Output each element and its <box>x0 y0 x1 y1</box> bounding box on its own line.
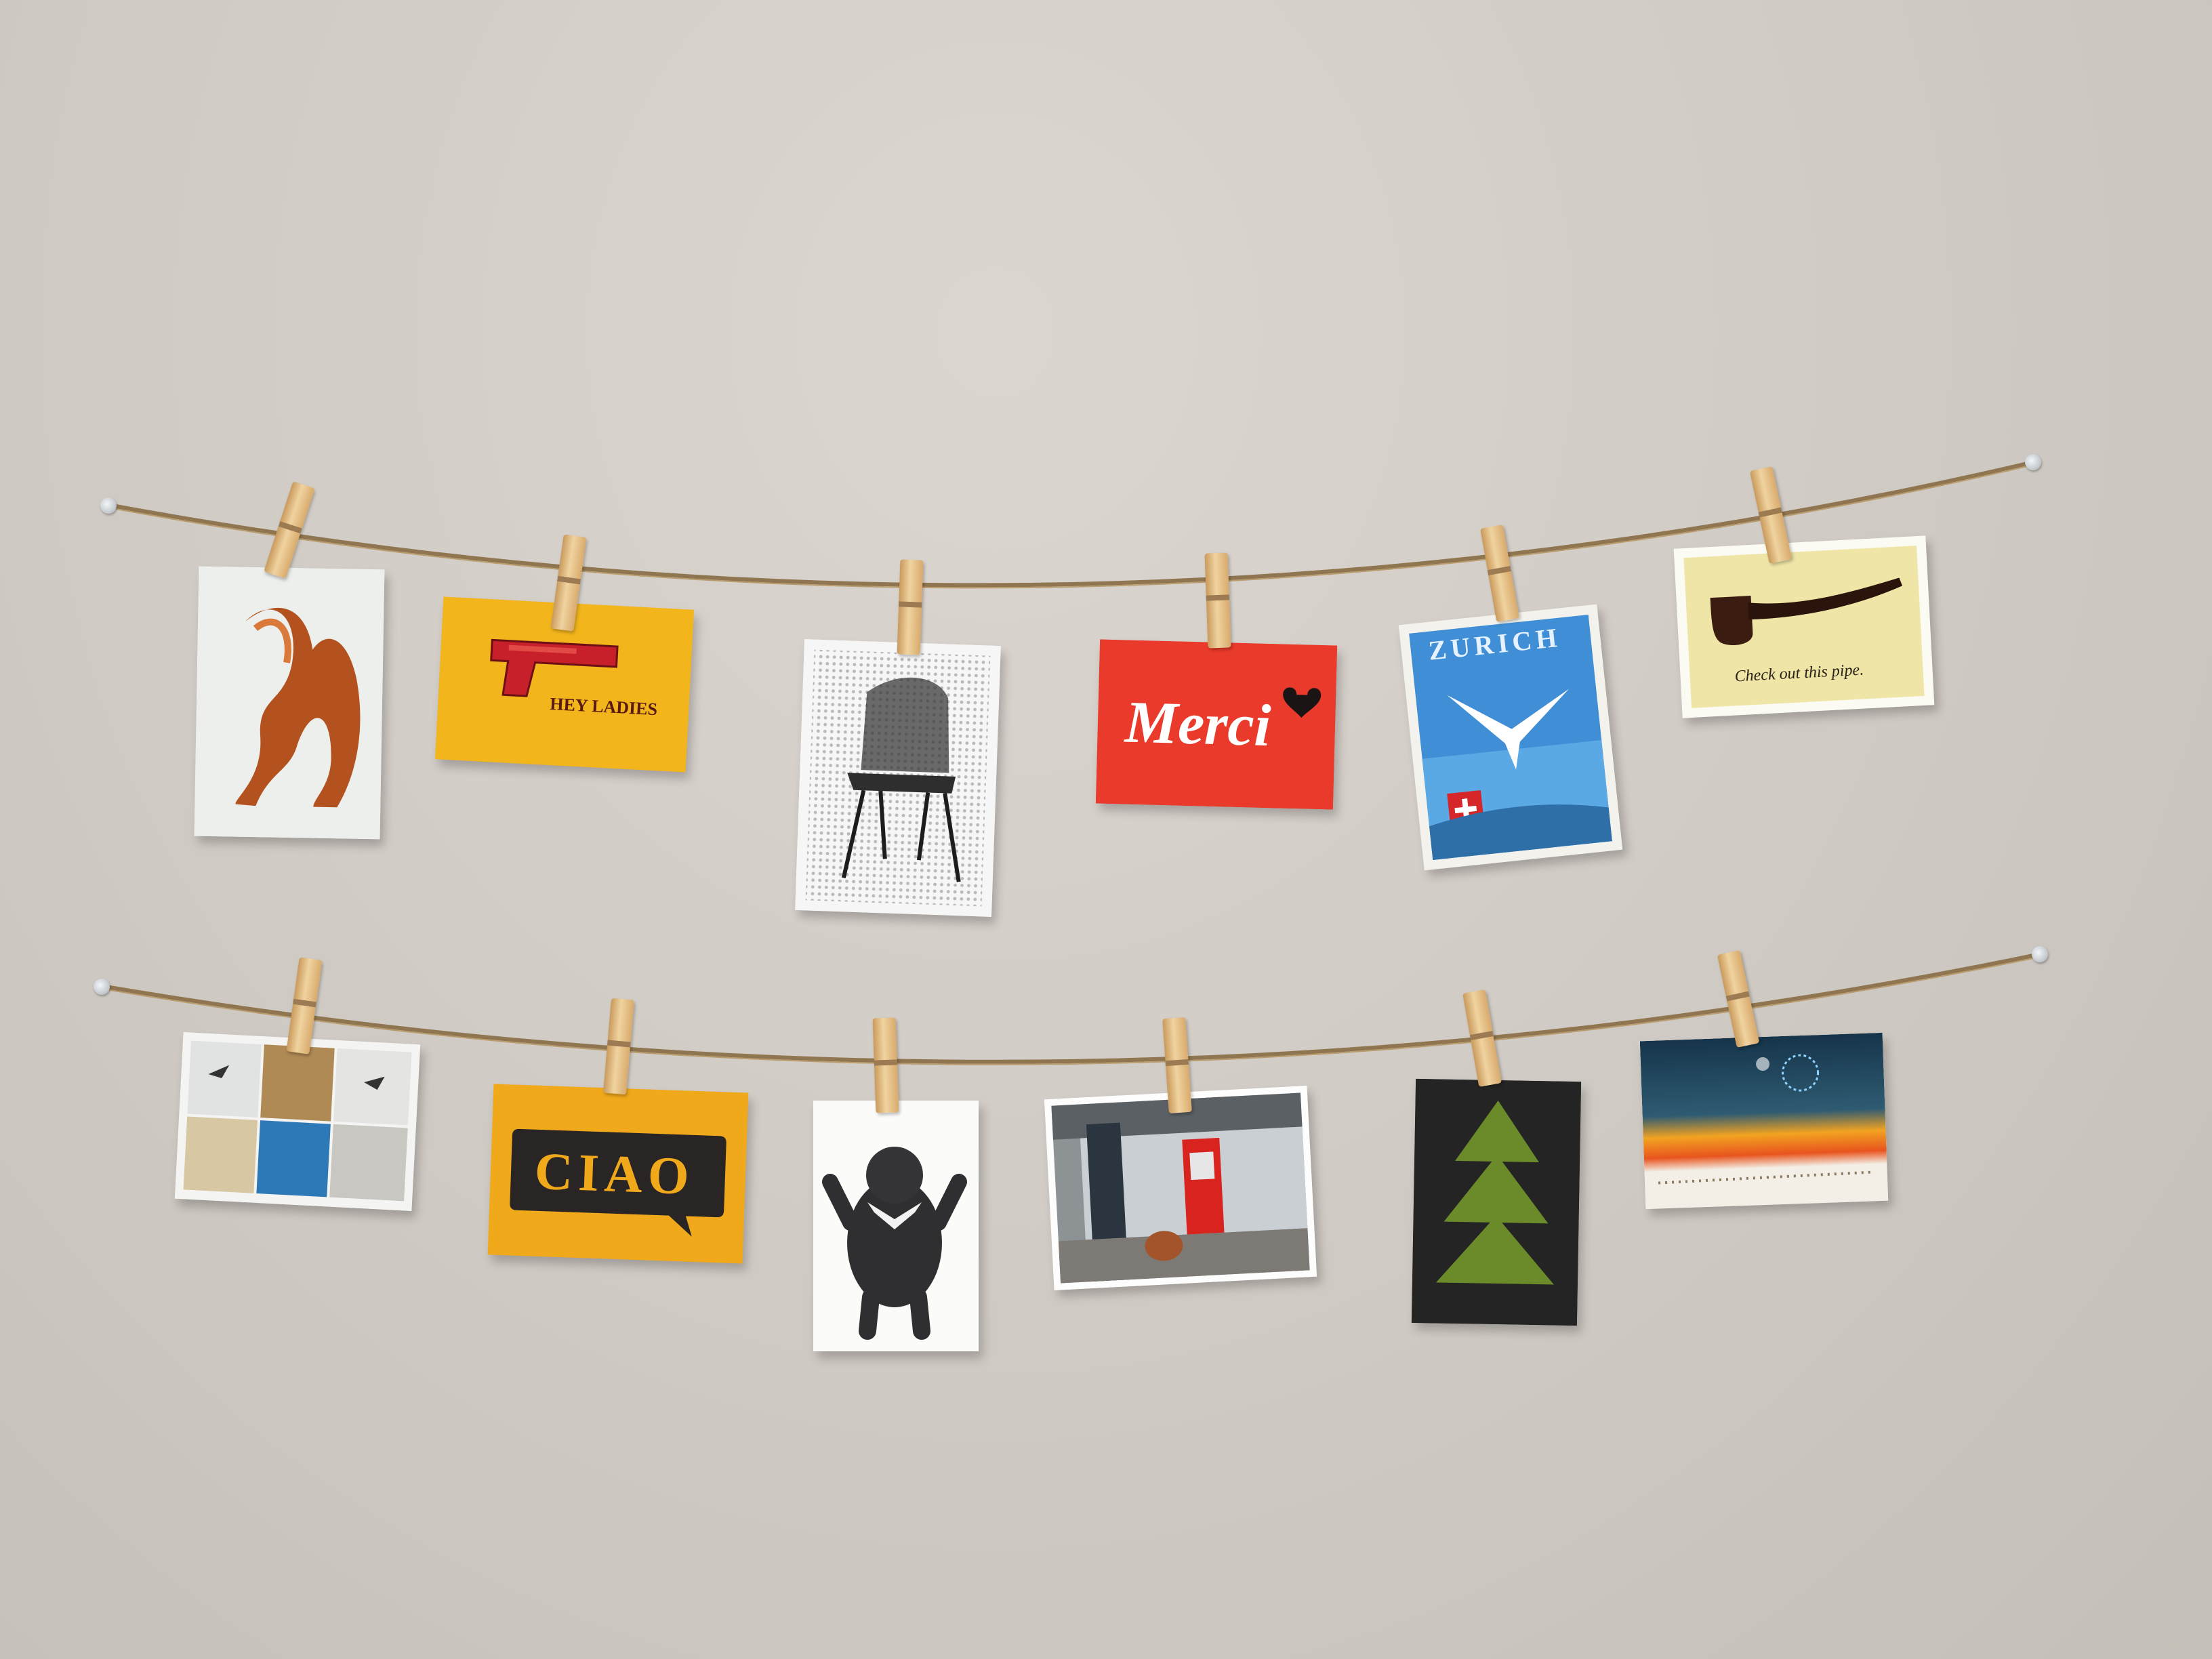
postcard-bear <box>813 1101 979 1351</box>
nail-lower-right <box>2032 946 2048 962</box>
postcard-subway-chicken <box>1044 1086 1317 1290</box>
postcard-green-tree <box>1411 1078 1582 1326</box>
clothespin-9 <box>872 1017 899 1113</box>
postcard-merci: Merci <box>1095 639 1338 810</box>
clothespin-4 <box>1204 552 1231 649</box>
postcard-ciao: CIAO <box>487 1084 749 1264</box>
postcard-zurich-poster: ZURICH <box>1398 604 1623 871</box>
postcard-pipe: Check out this pipe. <box>1673 535 1935 718</box>
postcard-fireworks <box>1639 1032 1889 1210</box>
postcard-swallows-grid <box>174 1032 421 1211</box>
nail-upper-left <box>100 497 117 514</box>
postcard-plywood-sculpture <box>194 566 385 840</box>
postcard-wire-chair <box>795 639 1001 917</box>
nail-lower-left <box>94 979 110 995</box>
ciao-text: CIAO <box>534 1141 696 1206</box>
clothespin-3 <box>897 559 924 655</box>
merci-text: Merci <box>1123 689 1272 759</box>
nail-upper-right <box>2025 454 2041 470</box>
